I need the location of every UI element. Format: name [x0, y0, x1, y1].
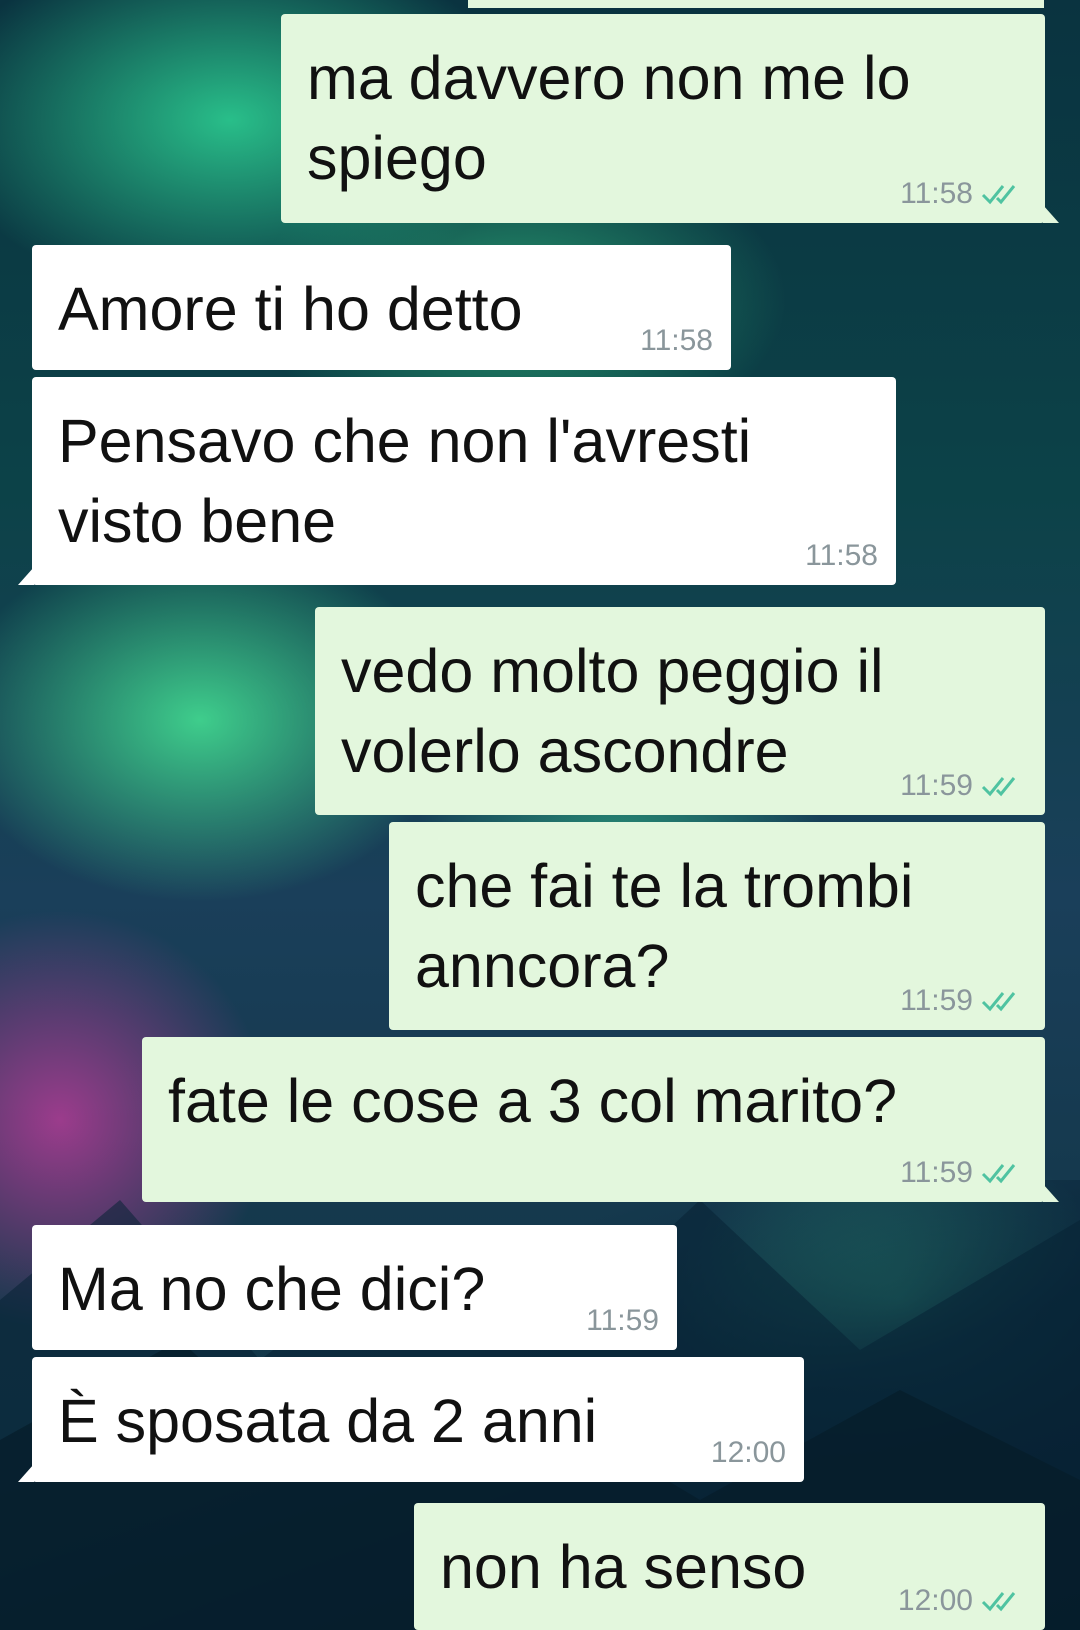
message-meta: 11:59	[586, 1306, 659, 1336]
message-text: Ma no che dici?	[58, 1255, 486, 1323]
message-text: Pensavo che non l'avresti visto bene	[58, 407, 752, 555]
bubble-tail	[1043, 205, 1059, 223]
outgoing-message[interactable]: che fai te la trombi anncora? 11:59	[389, 822, 1045, 1030]
incoming-message[interactable]: Ma no che dici? 11:59	[32, 1225, 677, 1350]
message-meta: 11:59	[900, 986, 1027, 1016]
message-time: 11:59	[900, 984, 973, 1017]
incoming-message[interactable]: È sposata da 2 anni 12:00	[18, 1357, 804, 1482]
message-time: 11:59	[900, 769, 973, 802]
outgoing-message[interactable]: non ha senso 12:00	[414, 1503, 1045, 1630]
message-time: 11:58	[640, 324, 713, 357]
message-text: Amore ti ho detto	[58, 275, 523, 343]
previous-message-fragment	[468, 0, 1044, 8]
message-text: vedo molto peggio il volerlo ascondre	[341, 637, 884, 785]
message-time: 11:58	[900, 177, 973, 210]
incoming-message[interactable]: Amore ti ho detto 11:58	[32, 245, 731, 370]
bubble-tail	[18, 1464, 34, 1482]
double-check-icon	[981, 1164, 1016, 1184]
message-time: 11:59	[586, 1304, 659, 1337]
message-meta: 11:58	[900, 179, 1027, 209]
message-text: che fai te la trombi anncora?	[415, 852, 914, 1000]
double-check-icon	[981, 185, 1016, 205]
message-time: 12:00	[710, 1436, 786, 1469]
message-meta: 12:00	[898, 1586, 1027, 1616]
message-time: 12:00	[897, 1584, 973, 1617]
bubble-tail	[1043, 1184, 1059, 1202]
message-time: 11:59	[900, 1156, 973, 1189]
message-time: 11:58	[805, 539, 878, 572]
message-meta: 11:59	[900, 771, 1027, 801]
message-meta: 11:58	[640, 326, 713, 356]
message-meta: 12:00	[711, 1438, 786, 1468]
outgoing-message[interactable]: ma davvero non me lo spiego 11:58	[281, 14, 1059, 223]
message-meta: 11:58	[805, 541, 878, 571]
message-text: È sposata da 2 anni	[58, 1387, 598, 1455]
outgoing-message[interactable]: fate le cose a 3 col marito? 11:59	[142, 1037, 1059, 1202]
message-meta: 11:59	[900, 1158, 1027, 1188]
double-check-icon	[981, 992, 1016, 1012]
incoming-message[interactable]: Pensavo che non l'avresti visto bene 11:…	[18, 377, 896, 585]
message-text: ma davvero non me lo spiego	[307, 44, 911, 192]
double-check-icon	[981, 1592, 1016, 1612]
message-text: fate le cose a 3 col marito?	[168, 1067, 897, 1135]
bubble-tail	[18, 567, 34, 585]
outgoing-message[interactable]: vedo molto peggio il volerlo ascondre 11…	[315, 607, 1045, 815]
double-check-icon	[981, 777, 1016, 797]
